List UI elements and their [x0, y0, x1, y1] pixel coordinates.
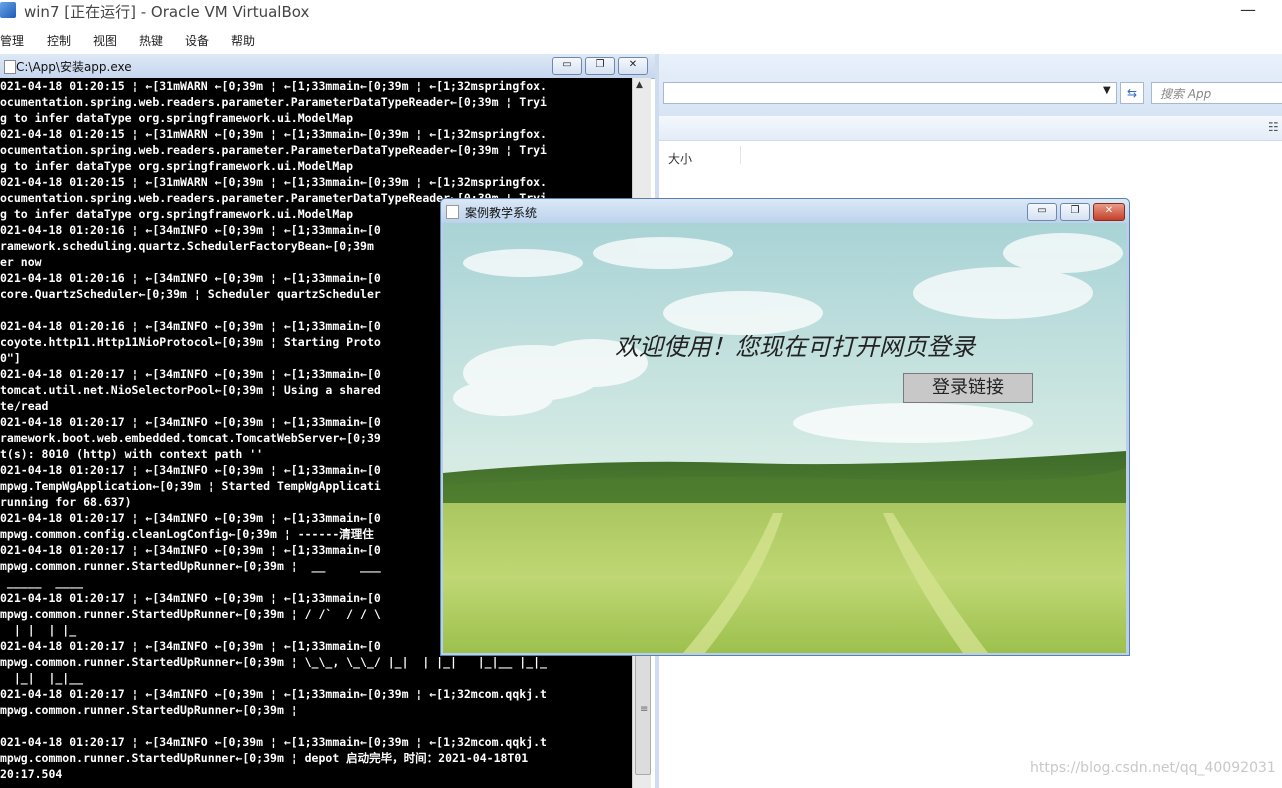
- app-window: 案例教学系统 ▭ ❐ ✕ 欢迎使用！您现在可打开网页登录 登录链接: [440, 198, 1130, 656]
- console-line: 021-04-18 01:20:17 ¦ ←[34mINFO ←[0;39m ¦…: [0, 415, 381, 429]
- console-line: te/read: [0, 399, 49, 413]
- console-line: g to infer dataType org.springframework.…: [0, 207, 354, 221]
- grip-icon: ≡: [640, 704, 649, 715]
- menu-view[interactable]: 视图: [93, 32, 117, 49]
- vbox-window-title: win7 [正在运行] - Oracle VM VirtualBox: [24, 3, 310, 21]
- console-icon: [4, 60, 16, 74]
- menu-control[interactable]: 控制: [47, 32, 71, 49]
- menu-devices[interactable]: 设备: [185, 32, 209, 49]
- console-line: mpwg.common.runner.StartedUpRunner←[0;39…: [0, 559, 381, 573]
- console-line: ramework.scheduling.quartz.SchedulerFact…: [0, 239, 374, 253]
- console-line: mpwg.common.runner.StartedUpRunner←[0;39…: [0, 655, 547, 669]
- console-line: t(s): 8010 (http) with context path '': [0, 447, 264, 461]
- virtualbox-icon: [0, 2, 16, 18]
- console-line: 021-04-18 01:20:16 ¦ ←[34mINFO ←[0;39m ¦…: [0, 319, 381, 333]
- minimize-button[interactable]: ▭: [552, 57, 582, 75]
- column-header-size[interactable]: 大小: [668, 150, 692, 167]
- minimize-icon[interactable]: —: [1238, 0, 1258, 20]
- console-line: ramework.boot.web.embedded.tomcat.Tomcat…: [0, 431, 381, 445]
- app-close-button[interactable]: ✕: [1093, 203, 1125, 221]
- app-titlebar: 案例教学系统 ▭ ❐ ✕: [441, 199, 1129, 223]
- app-content: 欢迎使用！您现在可打开网页登录 登录链接: [443, 223, 1126, 653]
- console-line: 021-04-18 01:20:17 ¦ ←[34mINFO ←[0;39m ¦…: [0, 511, 381, 525]
- watermark-text: https://blog.csdn.net/qq_40092031: [1030, 760, 1276, 776]
- console-title: C:\App\安装app.exe: [16, 60, 132, 74]
- console-line: _____ ____: [0, 575, 84, 589]
- app-restore-button[interactable]: ❐: [1060, 203, 1090, 221]
- console-line: g to infer dataType org.springframework.…: [0, 111, 354, 125]
- console-line: 021-04-18 01:20:15 ¦ ←[31mWARN ←[0;39m ¦…: [0, 127, 547, 141]
- console-line: 021-04-18 01:20:17 ¦ ←[34mINFO ←[0;39m ¦…: [0, 735, 547, 749]
- console-line: mpwg.TempWgApplication←[0;39m ¦ Started …: [0, 479, 381, 493]
- console-line: 021-04-18 01:20:15 ¦ ←[31mWARN ←[0;39m ¦…: [0, 175, 547, 189]
- console-line: core.QuartzScheduler←[0;39m ¦ Scheduler …: [0, 287, 381, 301]
- scrollbar-thumb[interactable]: ≡: [635, 648, 651, 775]
- console-line: running for 68.637): [0, 495, 132, 509]
- console-line: er now: [0, 255, 42, 269]
- close-button[interactable]: ✕: [618, 57, 648, 75]
- search-input[interactable]: 搜索 App: [1151, 82, 1282, 104]
- search-placeholder: 搜索 App: [1160, 87, 1212, 101]
- console-line: 021-04-18 01:20:16 ¦ ←[34mINFO ←[0;39m ¦…: [0, 271, 381, 285]
- console-line: | | | |_: [0, 623, 77, 637]
- console-line: mpwg.common.runner.StartedUpRunner←[0;39…: [0, 607, 381, 621]
- console-line: 0"]: [0, 351, 21, 365]
- welcome-message: 欢迎使用！您现在可打开网页登录: [615, 333, 975, 361]
- column-divider: [740, 146, 741, 164]
- console-line: mpwg.common.config.cleanLogConfig←[0;39m…: [0, 527, 374, 541]
- menu-manage[interactable]: 管理: [0, 32, 24, 49]
- console-line: |_| |_|__: [0, 671, 84, 685]
- console-line: ocumentation.spring.web.readers.paramete…: [0, 143, 547, 157]
- console-titlebar: C:\App\安装app.exe ▭ ❐ ✕: [0, 54, 655, 79]
- console-line: 021-04-18 01:20:17 ¦ ←[34mINFO ←[0;39m ¦…: [0, 543, 381, 557]
- restore-button[interactable]: ❐: [585, 57, 615, 75]
- console-line: 021-04-18 01:20:17 ¦ ←[34mINFO ←[0;39m ¦…: [0, 591, 381, 605]
- console-line: ocumentation.spring.web.readers.paramete…: [0, 95, 547, 109]
- console-line: 021-04-18 01:20:17 ¦ ←[34mINFO ←[0;39m ¦…: [0, 639, 381, 653]
- explorer-command-bar: [655, 116, 1282, 141]
- app-title: 案例教学系统: [465, 206, 538, 220]
- console-line: coyote.http11.Http11NioProtocol←[0;39m ¦…: [0, 335, 381, 349]
- menu-help[interactable]: 帮助: [231, 32, 255, 49]
- console-line: 021-04-18 01:20:17 ¦ ←[34mINFO ←[0;39m ¦…: [0, 687, 547, 701]
- app-icon: [446, 205, 459, 219]
- menu-hotkey[interactable]: 热键: [139, 32, 163, 49]
- view-options-icon[interactable]: ☷: [1268, 120, 1279, 134]
- address-bar[interactable]: [663, 82, 1117, 104]
- console-line: 20:17.504: [0, 767, 63, 781]
- console-line: mpwg.common.runner.StartedUpRunner←[0;39…: [0, 703, 298, 717]
- vbox-menubar: 管理 控制 视图 热键 设备 帮助: [0, 28, 1282, 50]
- console-line: 021-04-18 01:20:15 ¦ ←[31mWARN ←[0;39m ¦…: [0, 79, 547, 93]
- console-line: tomcat.util.net.NioSelectorPool←[0;39m ¦…: [0, 383, 381, 397]
- scroll-up-icon[interactable]: ▲: [636, 80, 643, 90]
- background-landscape-image: [443, 223, 1126, 653]
- console-line: 021-04-18 01:20:17 ¦ ←[34mINFO ←[0;39m ¦…: [0, 367, 381, 381]
- refresh-button[interactable]: ⇆: [1120, 82, 1144, 104]
- vbox-titlebar: win7 [正在运行] - Oracle VM VirtualBox —: [0, 0, 1282, 24]
- login-link-button[interactable]: 登录链接: [903, 373, 1033, 403]
- refresh-icon: ⇆: [1126, 86, 1138, 100]
- console-line: g to infer dataType org.springframework.…: [0, 159, 354, 173]
- chevron-down-icon[interactable]: ▼: [1103, 85, 1111, 96]
- console-line: 021-04-18 01:20:16 ¦ ←[34mINFO ←[0;39m ¦…: [0, 223, 381, 237]
- app-minimize-button[interactable]: ▭: [1027, 203, 1057, 221]
- console-line: mpwg.common.runner.StartedUpRunner←[0;39…: [0, 751, 529, 765]
- console-line: 021-04-18 01:20:17 ¦ ←[34mINFO ←[0;39m ¦…: [0, 463, 381, 477]
